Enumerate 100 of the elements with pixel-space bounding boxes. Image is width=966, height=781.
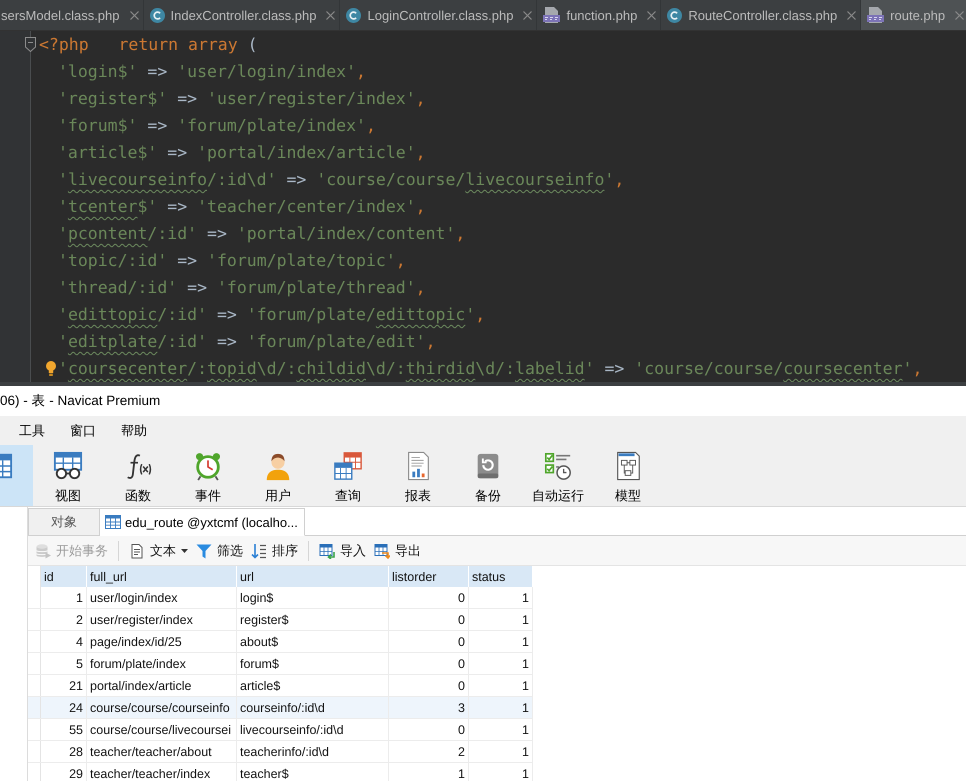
code-line: 'register$' => 'user/register/index',: [58, 88, 426, 110]
close-icon[interactable]: [847, 10, 856, 20]
filter-icon: [196, 542, 212, 558]
toolbar-action[interactable]: 文本: [129, 542, 188, 560]
column-header[interactable]: id: [41, 566, 87, 587]
table-icon: [105, 514, 121, 530]
code-line: 'tcenter$' => 'teacher/center/index',: [58, 196, 426, 218]
table-cell: teacher$: [237, 763, 389, 781]
table-row[interactable]: 21 portal/index/article article$ 0 1: [28, 675, 533, 697]
editor-tab[interactable]: route.php: [861, 0, 966, 30]
object-tab[interactable]: 对象: [28, 508, 100, 536]
table-cell: 21: [41, 675, 87, 696]
code-line: 'editplate/:id' => 'forum/plate/edit',: [58, 331, 436, 353]
table-cell: courseinfo/:id\d: [237, 697, 389, 718]
table-cell: 1: [469, 741, 533, 762]
menu-item[interactable]: 帮助: [109, 422, 160, 440]
column-header[interactable]: full_url: [87, 566, 237, 587]
close-icon[interactable]: [523, 10, 532, 20]
menu-item[interactable]: 工具: [7, 422, 58, 440]
table-cell: forum/plate/index: [87, 653, 237, 674]
close-icon[interactable]: [955, 10, 964, 20]
table-cell: login$: [237, 587, 389, 608]
table-cell: 0: [389, 719, 469, 740]
column-header[interactable]: status: [469, 566, 533, 587]
sort-icon: [251, 542, 267, 558]
database-icon: [35, 542, 51, 558]
close-icon[interactable]: [647, 10, 656, 20]
table-cell: teacher/teacher/index: [87, 763, 237, 781]
table-cell: course/course/courseinfo: [87, 697, 237, 718]
table-row[interactable]: 4 page/index/id/25 about$ 0 1: [28, 631, 533, 653]
table-cell: 0: [389, 587, 469, 608]
table-cell: 0: [389, 631, 469, 652]
table-cell: 1: [469, 719, 533, 740]
table-cell: 1: [389, 763, 469, 781]
toolbar-button[interactable]: 查询: [313, 445, 383, 506]
caret-icon[interactable]: [181, 548, 188, 552]
table-cell: 0: [389, 675, 469, 696]
table-row[interactable]: 24 course/course/courseinfo courseinfo/:id\d 3 1: [28, 697, 533, 719]
c-circle-icon: [150, 8, 164, 22]
toolbar-button[interactable]: 事件: [173, 445, 243, 506]
c-circle-icon: [346, 8, 362, 22]
table-row[interactable]: 1 user/login/index login$ 0 1: [28, 587, 533, 609]
editor-tab[interactable]: IndexController.class.php: [144, 0, 340, 30]
code-line: 'topic/:id' => 'forum/plate/topic',: [58, 250, 406, 272]
table-cell: user/login/index: [87, 587, 237, 608]
toolbar-button[interactable]: 报表: [383, 445, 453, 506]
editor-tab[interactable]: LoginController.class.php: [340, 0, 538, 30]
menu-item[interactable]: 窗口: [58, 422, 109, 440]
toolbar-button[interactable]: 函数: [103, 445, 173, 506]
table-cell: 1: [469, 697, 533, 718]
table-cell: 1: [469, 609, 533, 630]
lightbulb-icon[interactable]: [46, 361, 56, 376]
table-cell: forum$: [237, 653, 389, 674]
window-title: 06) - 表 - Navicat Premium: [0, 392, 160, 410]
table-cell: 4: [41, 631, 87, 652]
toolbar-action[interactable]: 筛选: [196, 542, 243, 560]
code-line: 'pcontent/:id' => 'portal/index/content',: [58, 223, 466, 245]
table-cell: user/register/index: [87, 609, 237, 630]
table-cell: portal/index/article: [87, 675, 237, 696]
table-cell: course/course/livecoursei: [87, 719, 237, 740]
table-cell: 1: [469, 763, 533, 781]
code-line: 'article$' => 'portal/index/article',: [58, 142, 426, 164]
code-line: 'thread/:id' => 'forum/plate/thread',: [58, 277, 426, 299]
toolbar-button[interactable]: 视图: [33, 445, 103, 506]
object-tab[interactable]: edu_route @yxtcmf (localho...: [100, 508, 305, 536]
toolbar-button[interactable]: 备份: [453, 445, 523, 506]
table-cell: 5: [41, 653, 87, 674]
code-line: <?php return array (: [39, 34, 258, 56]
close-icon[interactable]: [130, 10, 138, 20]
table-cell: teacherinfo/:id\d: [237, 741, 389, 762]
editor-tab[interactable]: function.php: [537, 0, 662, 30]
close-icon[interactable]: [326, 10, 336, 20]
table-cell: article$: [237, 675, 389, 696]
two-tables-icon: [333, 451, 363, 481]
column-header[interactable]: listorder: [389, 566, 469, 587]
file-icon: [867, 7, 884, 23]
table-cell: 2: [389, 741, 469, 762]
toolbar-button[interactable]: 用户: [243, 445, 313, 506]
toolbar-action[interactable]: 导出: [374, 542, 421, 560]
table-export-icon: [374, 542, 390, 558]
alarm-clock-icon: [193, 451, 223, 481]
table-row[interactable]: 55 course/course/livecoursei livecourseinfo/:id\d 0 1: [28, 719, 533, 741]
table-cell: 0: [389, 609, 469, 630]
toolbar-action[interactable]: 导入: [319, 542, 366, 560]
table-import-icon: [319, 542, 335, 558]
table-cell: 0: [389, 653, 469, 674]
table-row[interactable]: 2 user/register/index register$ 0 1: [28, 609, 533, 631]
toolbar-button[interactable]: 自动运行: [523, 445, 593, 506]
table-row[interactable]: 28 teacher/teacher/about teacherinfo/:id\d 2 1: [28, 741, 533, 763]
table-row[interactable]: 5 forum/plate/index forum$ 0 1: [28, 653, 533, 675]
fold-icon[interactable]: [25, 37, 36, 52]
c-circle-icon: [667, 8, 682, 22]
column-header[interactable]: url: [237, 566, 389, 587]
table-cell: teacher/teacher/about: [87, 741, 237, 762]
table-cell: 29: [41, 763, 87, 781]
editor-tab[interactable]: sersModel.class.php: [0, 0, 144, 30]
toolbar-button[interactable]: 模型: [593, 445, 663, 506]
table-cell: 1: [469, 653, 533, 674]
toolbar-action[interactable]: 排序: [251, 542, 298, 560]
table-cell: 28: [41, 741, 87, 762]
